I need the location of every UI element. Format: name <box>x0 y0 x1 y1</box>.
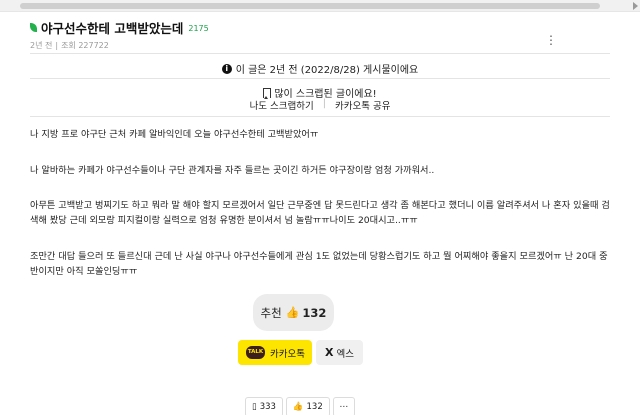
action-separator: | <box>322 98 326 109</box>
bottom-stats: ▯ 333 👍 132 ⋯ <box>245 397 358 415</box>
post-views: 조회 227722 <box>61 41 109 50</box>
divider <box>30 78 610 79</box>
old-post-notice: i 이 글은 2년 전 (2022/8/28) 게시물이에요 <box>0 61 640 76</box>
recommend-count: 132 <box>302 305 327 320</box>
scrap-actions: 나도 스크랩하기 | 카카오톡 공유 <box>0 98 640 112</box>
leaf-icon <box>30 23 37 32</box>
x-share-button[interactable]: X 엑스 <box>315 340 363 365</box>
divider <box>30 53 610 54</box>
more-options-icon[interactable]: ⋮ <box>545 34 557 46</box>
scroll-right-arrow-icon[interactable] <box>633 2 638 10</box>
recommend-label: 추천 <box>260 305 282 320</box>
share-buttons: TALK 카카오톡 X 엑스 <box>238 340 363 365</box>
x-logo-icon: X <box>324 346 334 359</box>
kakao-share-link[interactable]: 카카오톡 공유 <box>335 98 390 112</box>
horizontal-scrollbar[interactable] <box>0 0 640 12</box>
recommend-button[interactable]: 추천 👍 132 <box>253 294 334 331</box>
scrap-count-button[interactable]: ▯ 333 <box>245 397 283 415</box>
post-age: 2년 전 <box>30 41 53 50</box>
body-paragraph: 조만간 대답 들으러 또 들르신대 근데 난 사실 야구나 야구선수들에게 관심… <box>30 251 608 277</box>
notice-text: 이 글은 2년 전 (2022/8/28) 게시물이에요 <box>235 65 419 76</box>
like-count: 132 <box>306 402 323 412</box>
comment-count[interactable]: 2175 <box>188 24 208 33</box>
like-count-button[interactable]: 👍 132 <box>285 397 330 415</box>
post-title: 야구선수한테 고백받았는데 <box>41 21 184 36</box>
body-paragraph: 아무튼 고백받고 벙찌기도 하고 뭐라 말 해야 할지 모르겠어서 일단 근무중… <box>30 200 610 226</box>
divider <box>30 116 610 117</box>
thumbs-up-icon: 👍 <box>285 306 300 319</box>
bookmark-icon <box>263 87 272 99</box>
kakaotalk-label: 카카오톡 <box>270 348 305 360</box>
scrap-count: 333 <box>259 402 276 412</box>
kakaotalk-share-button[interactable]: TALK 카카오톡 <box>238 340 312 365</box>
thumbs-up-icon: 👍 <box>292 402 304 412</box>
post-meta: 2년 전 | 조회 227722 <box>30 40 109 51</box>
x-share-label: 엑스 <box>336 348 354 360</box>
body-paragraph: 나 지방 프로 야구단 근처 카페 알바익인데 오늘 야구선수한테 고백받았어ㅠ <box>30 129 319 140</box>
my-scrap-button[interactable]: 나도 스크랩하기 <box>250 98 314 112</box>
info-icon: i <box>221 63 232 74</box>
bookmark-icon: ▯ <box>252 402 257 412</box>
kakaotalk-icon: TALK <box>246 346 265 359</box>
meta-separator: | <box>55 41 59 50</box>
body-paragraph: 나 알바하는 카페가 야구선수들이나 구단 관계자를 자주 들르는 곳이긴 하거… <box>30 165 435 176</box>
post-header: 야구선수한테 고백받았는데 2175 <box>30 18 209 37</box>
scrollbar-thumb[interactable] <box>20 3 600 9</box>
more-dots-icon: ⋯ <box>339 402 349 412</box>
more-actions-button[interactable]: ⋯ <box>332 397 355 415</box>
